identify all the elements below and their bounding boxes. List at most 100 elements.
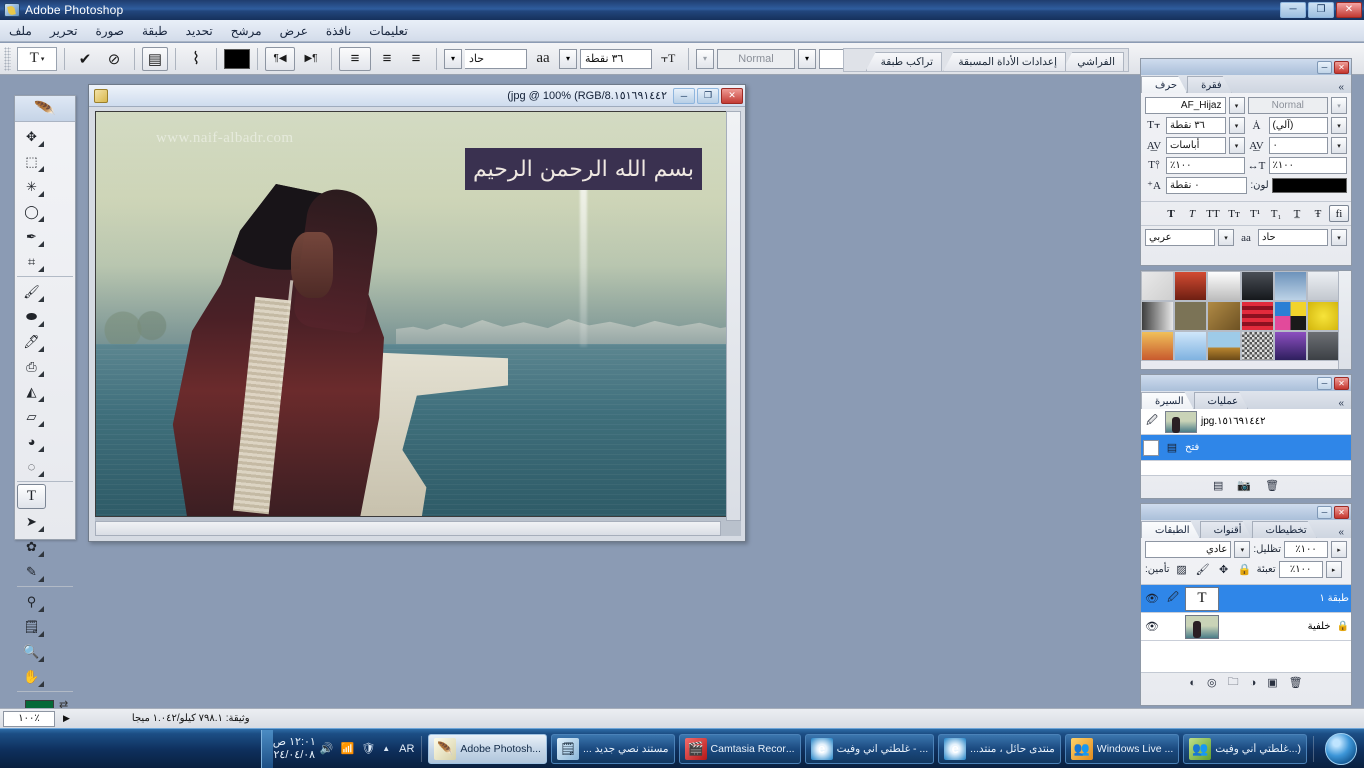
style-swatch[interactable]: [1174, 301, 1208, 331]
current-tool-preset-picker[interactable]: T ▾: [17, 46, 57, 71]
taskbar-item-camtasia[interactable]: 🎬 ...Camtasia Recor: [678, 733, 801, 764]
char-antialias-dropdown[interactable]: ▾: [1331, 229, 1347, 246]
char-vertical-scale-field[interactable]: ١٠٠٪: [1166, 157, 1245, 174]
style-swatch[interactable]: [1306, 331, 1340, 361]
char-font-style-dropdown[interactable]: ▾: [1331, 97, 1347, 114]
tab-actions[interactable]: عمليات: [1194, 392, 1249, 409]
layer-visibility-icon[interactable]: 👁: [1143, 620, 1161, 633]
layer-name[interactable]: خلفية: [1222, 621, 1331, 632]
style-swatch[interactable]: [1207, 301, 1241, 331]
char-baseline-shift-field[interactable]: ٠ نقطة: [1166, 177, 1248, 194]
eyedropper-tool[interactable]: ⚲: [17, 589, 46, 614]
tab-character[interactable]: حرف: [1141, 76, 1187, 93]
menu-layer[interactable]: طبقة: [133, 22, 177, 40]
char-language-field[interactable]: عربي: [1145, 229, 1215, 246]
new-snapshot-icon[interactable]: 📷: [1237, 479, 1251, 492]
custom-shape-tool[interactable]: ✿: [17, 534, 46, 559]
char-font-style-field[interactable]: Normal: [1247, 97, 1328, 114]
move-tool[interactable]: ✥: [17, 124, 46, 149]
volume-icon[interactable]: 🔊: [320, 742, 334, 755]
clone-stamp-tool[interactable]: ⎙: [17, 354, 46, 379]
security-icon[interactable]: 🛡: [361, 742, 375, 755]
taskbar-item-notepad[interactable]: 🗒 مستند نصي جديد ...: [550, 733, 675, 764]
crop-tool[interactable]: ⌗: [17, 249, 46, 274]
all-caps-button[interactable]: TT: [1203, 205, 1223, 222]
menu-select[interactable]: تحديد: [177, 22, 222, 40]
path-selection-tool[interactable]: ➤: [17, 509, 46, 534]
layer-visibility-icon[interactable]: 👁: [1143, 592, 1161, 605]
document-titlebar[interactable]: (jpg @ 100% (RGB/8.١٥١٦٩١٤٤٢ ─ ❐ ✕: [89, 85, 745, 107]
text-color-swatch[interactable]: [224, 48, 250, 69]
char-kerning-field[interactable]: ٠: [1268, 137, 1328, 154]
close-button[interactable]: ✕: [1336, 2, 1362, 18]
menu-file[interactable]: ملف: [0, 22, 41, 40]
history-item-open[interactable]: ▤ فتح: [1141, 435, 1351, 461]
faux-bold-button[interactable]: T: [1161, 205, 1181, 222]
show-desktop-button[interactable]: [260, 729, 273, 768]
history-brush-tool[interactable]: 🖊: [17, 329, 46, 354]
small-caps-button[interactable]: Tᴛ: [1224, 205, 1244, 222]
network-icon[interactable]: 📶: [341, 742, 355, 755]
style-swatch[interactable]: [1141, 301, 1175, 331]
new-layer-icon[interactable]: ▣: [1267, 676, 1277, 689]
toolbox-header[interactable]: 🪶: [15, 96, 75, 122]
menu-window[interactable]: نافذة: [317, 22, 360, 40]
layer-style-icon[interactable]: ◐: [1189, 677, 1196, 689]
char-font-size-dropdown[interactable]: ▾: [1228, 117, 1245, 134]
faux-italic-button[interactable]: T: [1182, 205, 1202, 222]
tab-history[interactable]: السيرة: [1141, 392, 1194, 409]
character-panel-minimize-button[interactable]: ─: [1317, 60, 1332, 74]
adjustment-layer-icon[interactable]: ◑: [1250, 677, 1257, 689]
tab-layers[interactable]: الطبقات: [1141, 521, 1200, 538]
start-button[interactable]: [1318, 730, 1364, 768]
healing-brush-tool[interactable]: ✒: [17, 224, 46, 249]
style-swatch[interactable]: [1141, 331, 1175, 361]
character-palette-toggle-button[interactable]: ▤: [142, 46, 168, 71]
blend-mode-field[interactable]: عادي: [1145, 541, 1232, 558]
style-swatch[interactable]: [1174, 331, 1208, 361]
style-swatch[interactable]: [1207, 331, 1241, 361]
patch-tool[interactable]: ⬬: [17, 304, 46, 329]
pen-tool[interactable]: ✎: [17, 559, 46, 584]
char-tracking-field[interactable]: أباسات: [1166, 137, 1226, 154]
char-horizontal-scale-field[interactable]: ١٠٠٪: [1268, 157, 1347, 174]
tab-paragraph[interactable]: فقرة: [1187, 76, 1232, 93]
blur-tool[interactable]: ◕: [17, 429, 46, 454]
style-swatch[interactable]: [1273, 301, 1307, 331]
taskbar-item-photoshop[interactable]: 🪶 ...Adobe Photosh: [428, 733, 547, 764]
lock-paint-icon[interactable]: 🖌: [1194, 561, 1212, 578]
subscript-button[interactable]: T₁: [1266, 205, 1286, 222]
menu-view[interactable]: عرض: [271, 22, 317, 40]
document-maximize-button[interactable]: ❐: [697, 87, 719, 104]
canvas-vertical-scrollbar[interactable]: [726, 111, 741, 521]
style-swatch[interactable]: [1207, 271, 1241, 301]
paint-bucket-tool[interactable]: ◭: [17, 379, 46, 404]
layer-link-icon[interactable]: 🖉: [1164, 589, 1182, 608]
palette-tab-tool-presets[interactable]: إعدادات الأداة المسبقة: [943, 52, 1066, 71]
history-source-toggle[interactable]: [1143, 439, 1159, 456]
align-right-button[interactable]: ≡: [339, 46, 371, 71]
eraser-tool[interactable]: ▱: [17, 404, 46, 429]
document-close-button[interactable]: ✕: [721, 87, 743, 104]
palette-tab-brushes[interactable]: الفراشي: [1062, 52, 1124, 71]
opacity-field[interactable]: ١٠٠٪: [1284, 541, 1328, 558]
character-panel-close-button[interactable]: ✕: [1334, 60, 1349, 74]
brush-tool[interactable]: 🖌: [17, 279, 46, 304]
lasso-tool[interactable]: ◯: [17, 199, 46, 224]
document-minimize-button[interactable]: ─: [673, 87, 695, 104]
delete-layer-icon[interactable]: 🗑: [1289, 676, 1303, 689]
antialias-field[interactable]: حاد: [465, 48, 527, 69]
antialias-dropdown-arrow[interactable]: ▾: [444, 48, 462, 69]
text-direction-rtl-button[interactable]: ¶◀: [265, 46, 295, 71]
style-swatch[interactable]: [1273, 331, 1307, 361]
tab-channels[interactable]: أقنوات: [1200, 521, 1252, 538]
image-canvas[interactable]: www.naif-albadr.com بسم الله الرحمن الرح…: [95, 111, 738, 517]
char-font-family-field[interactable]: AF_Hijaz: [1145, 97, 1226, 114]
taskbar-clock[interactable]: ١٢:٠١ ص ٢٤/٠٤/٠٨: [273, 736, 316, 762]
marquee-tool[interactable]: ⬚: [17, 149, 46, 174]
status-menu-arrow[interactable]: ▶: [63, 713, 70, 724]
style-swatch[interactable]: [1306, 271, 1340, 301]
commit-button[interactable]: ✔: [72, 47, 98, 71]
menu-image[interactable]: صورة: [87, 22, 133, 40]
layer-name[interactable]: طبقة ١: [1222, 593, 1349, 604]
